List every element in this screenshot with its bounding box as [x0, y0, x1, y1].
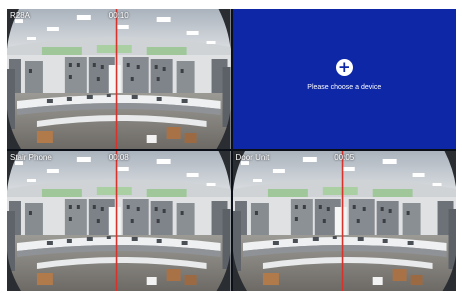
camera-grid: R28A 00:10 + Please choose a device Stai…: [7, 9, 456, 291]
add-device-icon[interactable]: +: [335, 58, 353, 76]
camera-feed: [7, 151, 231, 291]
call-duration: 00:08: [108, 153, 129, 162]
camera-feed: [233, 151, 457, 291]
call-duration: 00:10: [108, 11, 129, 20]
camera-tile-r28a[interactable]: R28A 00:10: [7, 9, 231, 149]
camera-tile-stair-phone[interactable]: Stair Phone 00:08: [7, 151, 231, 291]
camera-name: Door Unit: [235, 153, 270, 162]
camera-name: Stair Phone: [10, 153, 52, 162]
choose-device-message: Please choose a device: [307, 83, 382, 91]
camera-tile-door-unit[interactable]: Door Unit 00:05: [232, 151, 457, 291]
call-duration: 00:05: [334, 153, 355, 162]
empty-device-slot[interactable]: + Please choose a device: [232, 9, 456, 149]
camera-feed: [7, 9, 231, 149]
camera-name: R28A: [10, 11, 31, 20]
